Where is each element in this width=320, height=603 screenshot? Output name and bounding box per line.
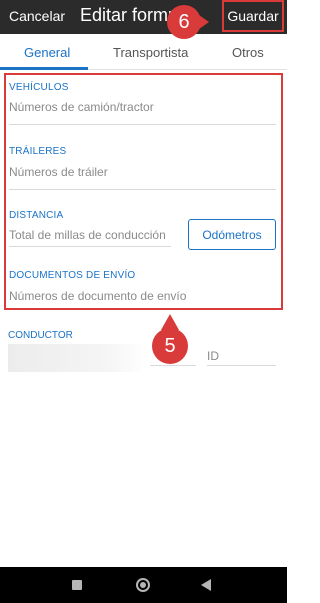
driver-id-underline	[207, 365, 276, 366]
driver-name-input-redacted[interactable]	[8, 344, 148, 372]
distance-underline	[9, 246, 171, 247]
distance-input[interactable]: Total de millas de conducción	[9, 228, 169, 242]
vehicles-input[interactable]: Números de camión/tractor	[9, 100, 274, 114]
top-app-bar: Cancelar Editar formulario Guardar	[0, 0, 287, 34]
cancel-button[interactable]: Cancelar	[9, 8, 65, 24]
active-tab-indicator	[0, 67, 88, 70]
driver-label: CONDUCTOR	[8, 330, 73, 341]
odometers-button[interactable]: Odómetros	[188, 219, 276, 250]
tab-carrier[interactable]: Transportista	[113, 45, 188, 60]
home-icon[interactable]	[136, 578, 150, 592]
shipping-docs-label: DOCUMENTOS DE ENVÍO	[9, 270, 136, 281]
back-icon[interactable]	[201, 579, 211, 591]
vehicles-label: VEHÍCULOS	[9, 82, 69, 93]
recent-apps-icon[interactable]	[72, 580, 82, 590]
page-title: Editar formulario	[80, 5, 172, 25]
trailers-underline	[9, 189, 276, 190]
trailers-input[interactable]: Números de tráiler	[9, 165, 274, 179]
vehicles-underline	[9, 124, 276, 125]
system-nav-bar	[0, 567, 287, 603]
tab-bar: General Transportista Otros	[0, 34, 287, 70]
driver-name-underline	[150, 365, 196, 366]
driver-id-input[interactable]: ID	[207, 349, 219, 363]
distance-label: DISTANCIA	[9, 210, 64, 221]
callout-badge-fields: 5	[152, 314, 188, 364]
shipping-docs-input[interactable]: Números de documento de envío	[9, 289, 274, 303]
trailers-label: TRÁILERES	[9, 146, 67, 157]
save-button[interactable]: Guardar	[222, 0, 284, 32]
tab-other[interactable]: Otros	[232, 45, 264, 60]
tab-general[interactable]: General	[24, 45, 70, 60]
